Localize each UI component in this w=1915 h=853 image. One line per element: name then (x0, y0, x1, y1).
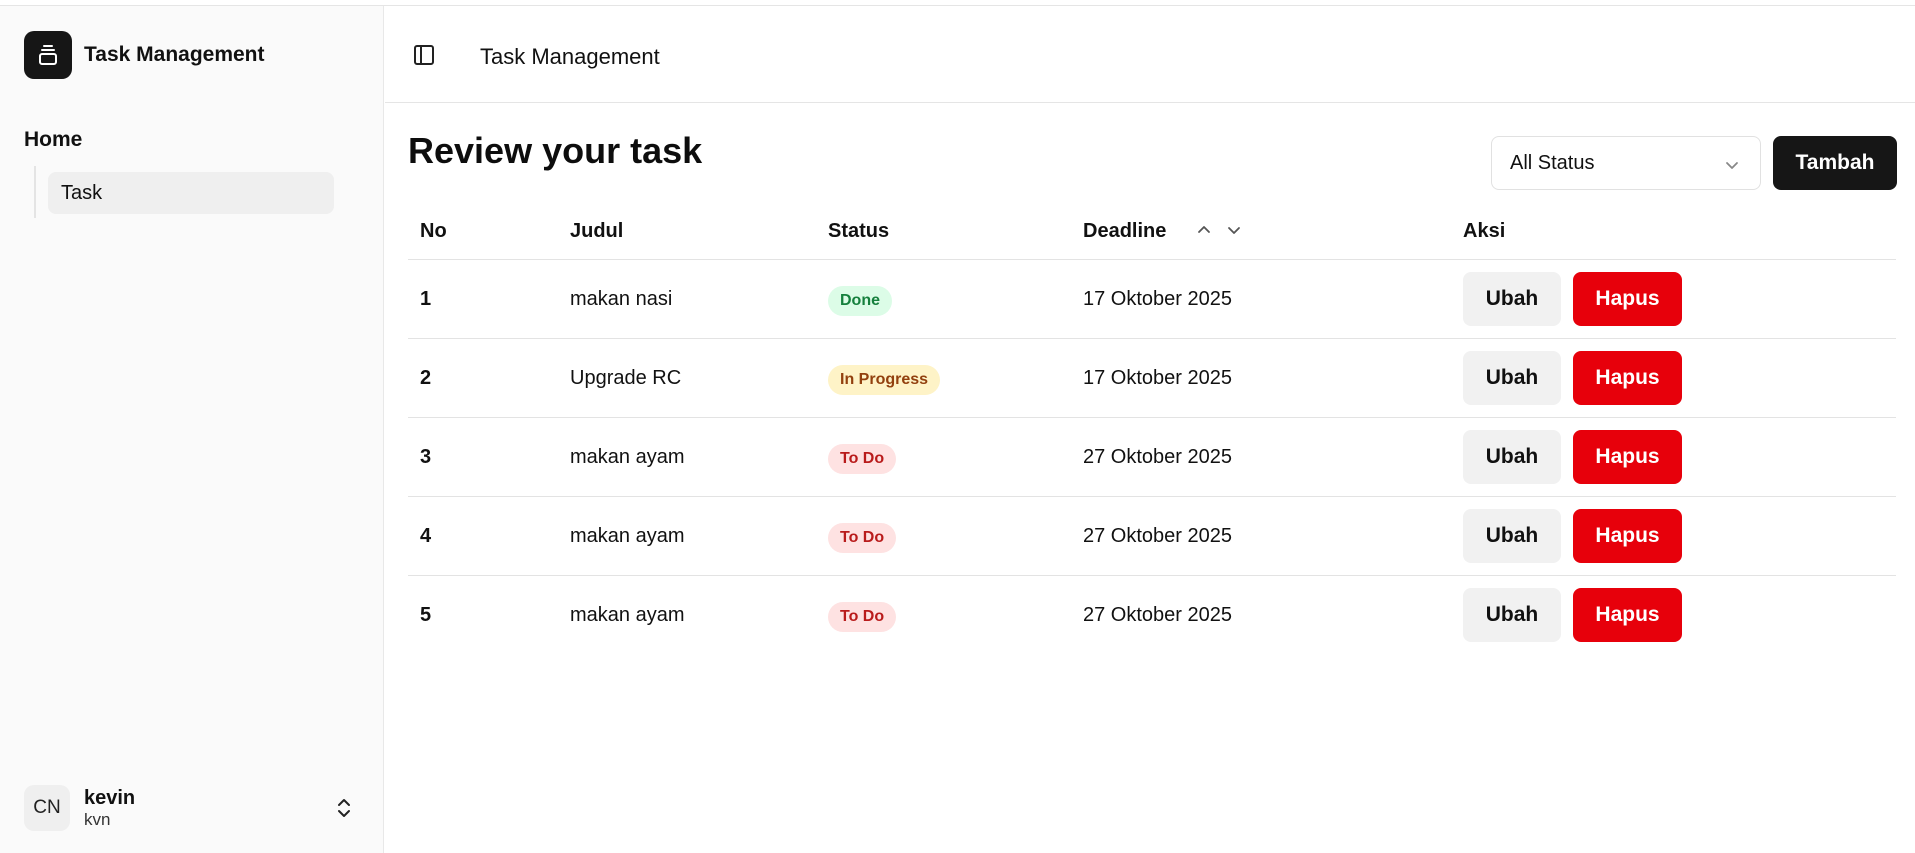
delete-button[interactable]: Hapus (1573, 272, 1682, 326)
row-title: Upgrade RC (570, 367, 682, 389)
column-header-actions: Aksi (1463, 220, 1506, 242)
layers-icon (24, 31, 72, 79)
row-number: 3 (420, 446, 432, 468)
row-deadline: 17 Oktober 2025 (1083, 367, 1232, 389)
chevron-down-icon (1724, 156, 1740, 179)
table-row: 4 makan ayam To Do 27 Oktober 2025 Ubah … (408, 497, 1896, 576)
table-row: 2 Upgrade RC In Progress 17 Oktober 2025… (408, 339, 1896, 418)
add-task-button[interactable]: Tambah (1773, 136, 1897, 190)
row-title: makan ayam (570, 604, 685, 626)
delete-button[interactable]: Hapus (1573, 509, 1682, 563)
sort-ascending-icon[interactable] (1196, 222, 1212, 243)
status-filter-select[interactable]: All Status (1491, 136, 1761, 190)
sidebar-subnav-line (34, 166, 36, 218)
avatar: CN (24, 785, 70, 831)
status-filter-value: All Status (1510, 151, 1595, 174)
status-badge: Done (828, 286, 892, 316)
delete-button[interactable]: Hapus (1573, 588, 1682, 642)
top-header: Task Management (385, 6, 1915, 103)
table-row: 1 makan nasi Done 17 Oktober 2025 Ubah H… (408, 260, 1896, 339)
page-title: Review your task (408, 130, 703, 171)
status-badge: To Do (828, 602, 897, 632)
table-row: 5 makan ayam To Do 27 Oktober 2025 Ubah … (408, 576, 1896, 655)
deadline-sort-controls (1196, 222, 1242, 243)
chevrons-up-down-icon[interactable] (334, 796, 354, 825)
row-deadline: 17 Oktober 2025 (1083, 288, 1232, 310)
task-table: No Judul Status Deadline Aksi 1 makan na… (408, 205, 1896, 655)
column-header-no: No (420, 220, 447, 242)
row-number: 5 (420, 604, 432, 626)
edit-button[interactable]: Ubah (1463, 272, 1561, 326)
user-name: kevin (84, 787, 136, 809)
sidebar-item-task[interactable]: Task (48, 172, 334, 214)
column-header-status: Status (828, 220, 890, 242)
header-title: Task Management (480, 44, 660, 69)
status-badge: In Progress (828, 365, 941, 395)
row-title: makan nasi (570, 288, 673, 310)
sidebar-item-label: Task (61, 181, 103, 204)
edit-button[interactable]: Ubah (1463, 430, 1561, 484)
row-deadline: 27 Oktober 2025 (1083, 525, 1232, 547)
row-number: 4 (420, 525, 432, 547)
table-row: 3 makan ayam To Do 27 Oktober 2025 Ubah … (408, 418, 1896, 497)
row-number: 1 (420, 288, 432, 310)
row-deadline: 27 Oktober 2025 (1083, 446, 1232, 468)
brand-title: Task Management (84, 43, 265, 66)
brand[interactable]: Task Management (24, 31, 265, 79)
edit-button[interactable]: Ubah (1463, 588, 1561, 642)
sort-descending-icon[interactable] (1226, 222, 1242, 243)
row-title: makan ayam (570, 446, 685, 468)
sidebar: Task Management Home Task CN kevin kvn (0, 6, 384, 853)
sidebar-section-home[interactable]: Home (24, 128, 82, 152)
edit-button[interactable]: Ubah (1463, 509, 1561, 563)
table-header: No Judul Status Deadline Aksi (408, 205, 1896, 260)
column-header-deadline: Deadline (1083, 220, 1167, 242)
row-number: 2 (420, 367, 432, 389)
sidebar-toggle-icon[interactable] (413, 44, 435, 71)
row-deadline: 27 Oktober 2025 (1083, 604, 1232, 626)
status-badge: To Do (828, 523, 897, 553)
user-handle: kvn (84, 810, 111, 829)
delete-button[interactable]: Hapus (1573, 430, 1682, 484)
edit-button[interactable]: Ubah (1463, 351, 1561, 405)
user-menu[interactable]: CN kevin kvn (24, 782, 364, 834)
column-header-title: Judul (570, 220, 624, 242)
delete-button[interactable]: Hapus (1573, 351, 1682, 405)
status-badge: To Do (828, 444, 897, 474)
row-title: makan ayam (570, 525, 685, 547)
